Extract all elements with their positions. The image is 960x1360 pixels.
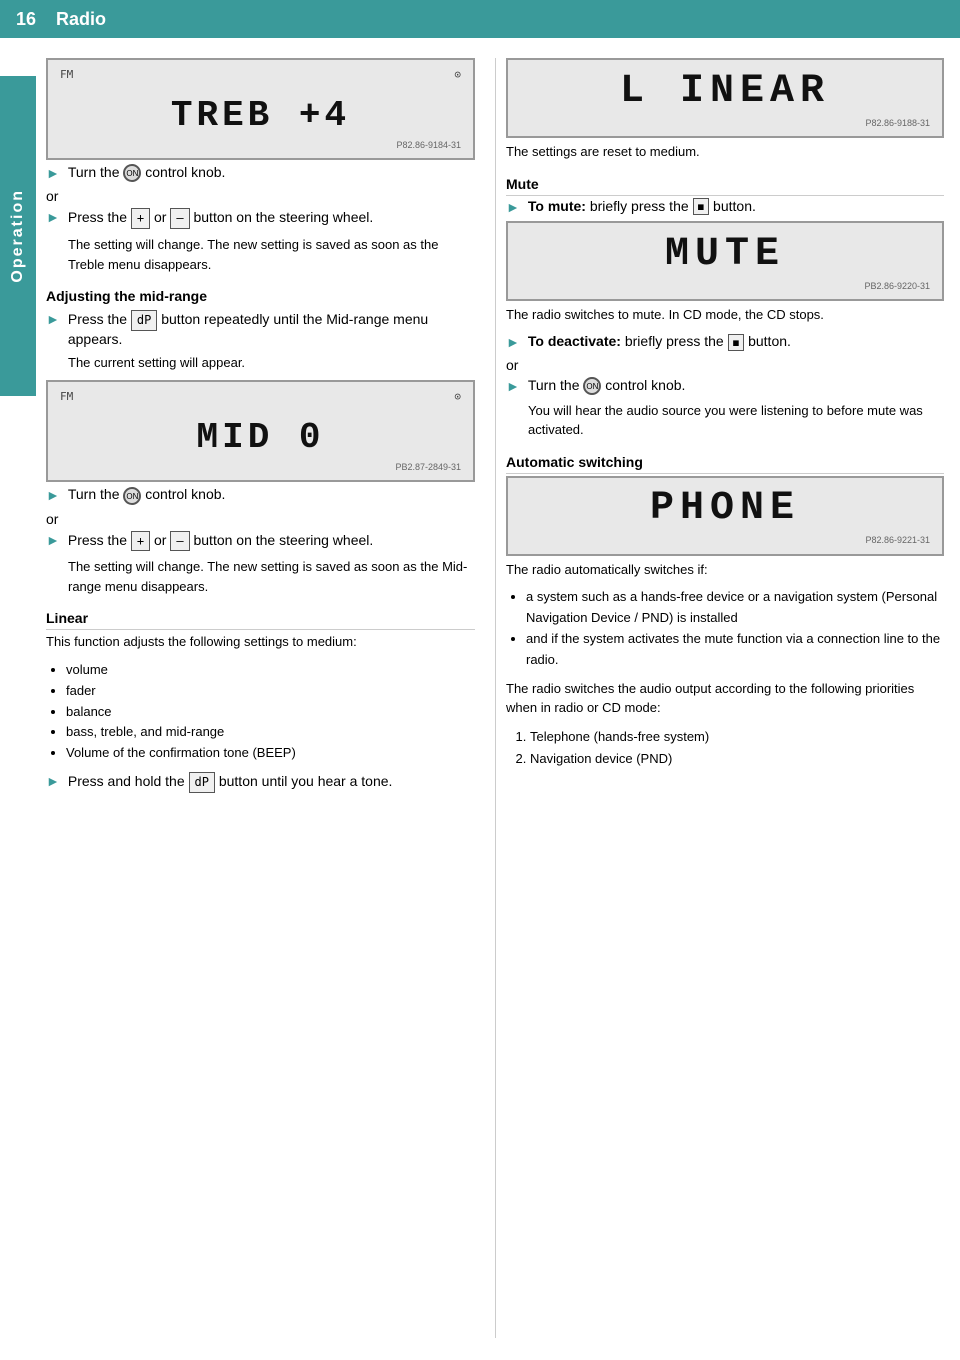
turn-knob-instruction-3: ► Turn the ON control knob. (506, 377, 944, 395)
turn-knob-text-1: Turn the ON control knob. (68, 164, 226, 182)
to-deactivate-bold: To deactivate: (528, 333, 621, 349)
header-bar: 16 Radio (0, 0, 960, 38)
mute-btn-1: ◼ (693, 198, 710, 215)
auto-bullet-1: a system such as a hands-free device or … (526, 587, 944, 629)
arrow-icon-9: ► (506, 378, 520, 394)
bullet-beep: Volume of the confirmation tone (BEEP) (66, 743, 475, 764)
reset-text: The settings are reset to medium. (506, 142, 944, 162)
mute-fig-num: PB2.86-9220-31 (520, 281, 930, 291)
bullet-balance: balance (66, 702, 475, 723)
bullet-volume: volume (66, 660, 475, 681)
press-pm-instruction-1: ► Press the + or — button on the steerin… (46, 208, 475, 229)
or-3: or (506, 357, 944, 373)
minus-btn-1: — (170, 208, 189, 229)
plus-btn-2: + (131, 531, 150, 552)
knob-icon-3: ON (583, 377, 601, 395)
mute-desc-text: The radio switches to mute. In CD mode, … (506, 305, 944, 325)
linear-bullets: volume fader balance bass, treble, and m… (66, 660, 475, 764)
press-dp-text: Press the dP button repeatedly until the… (68, 310, 475, 347)
knob-icon-2: ON (123, 487, 141, 505)
side-tab: Operation (0, 76, 36, 396)
screen2-clock-icon: ⊙ (454, 390, 461, 403)
treb-screen: FM ⊙ TREB +4 P82.86-9184-31 (46, 58, 475, 160)
to-mute-bold: To mute: (528, 198, 586, 214)
setting-note-2: The setting will change. The new setting… (68, 557, 475, 596)
right-column: L INEAR P82.86-9188-31 The settings are … (495, 58, 944, 1338)
arrow-icon-5: ► (46, 532, 60, 548)
dp-btn-2: dP (189, 772, 215, 793)
arrow-icon-7: ► (506, 199, 520, 215)
linear-screen-text: L INEAR (520, 69, 930, 114)
mid-screen: FM ⊙ MID 0 PB2.87-2849-31 (46, 380, 475, 482)
screen1-clock-icon: ⊙ (454, 68, 461, 81)
linear-screen: L INEAR P82.86-9188-31 (506, 58, 944, 138)
to-mute-text: To mute: briefly press the ◼ button. (528, 198, 756, 216)
bullet-fader: fader (66, 681, 475, 702)
screen1-fm-label: FM (60, 68, 73, 81)
arrow-icon-8: ► (506, 334, 520, 350)
screen2-main-text: MID 0 (60, 417, 461, 458)
auto-intro-text: The radio automatically switches if: (506, 560, 944, 580)
auto-numbered-list: Telephone (hands-free system) Navigation… (530, 726, 944, 770)
arrow-icon-1: ► (46, 165, 60, 181)
setting-note-1: The setting will change. The new setting… (68, 235, 475, 274)
side-tab-label: Operation (9, 189, 27, 283)
auto-bullet-2: and if the system activates the mute fun… (526, 629, 944, 671)
turn-knob-instruction-1: ► Turn the ON control knob. (46, 164, 475, 182)
mute-heading: Mute (506, 176, 944, 196)
mute-screen-text: MUTE (520, 232, 930, 277)
screen2-fig-num: PB2.87-2849-31 (60, 462, 461, 472)
mute-screen: MUTE PB2.86-9220-31 (506, 221, 944, 301)
mute-btn-2: ◼ (728, 334, 745, 351)
linear-intro-text: This function adjusts the following sett… (46, 632, 475, 652)
to-deactivate-text: To deactivate: briefly press the ◼ butto… (528, 333, 791, 351)
press-hold-text: Press and hold the dP button until you h… (68, 772, 393, 793)
screen2-fm-label: FM (60, 390, 73, 403)
or-1: or (46, 188, 475, 204)
to-deactivate-instruction: ► To deactivate: briefly press the ◼ but… (506, 333, 944, 351)
screen1-main-text: TREB +4 (60, 95, 461, 136)
to-mute-instruction: ► To mute: briefly press the ◼ button. (506, 198, 944, 216)
page-number: 16 (16, 9, 36, 30)
arrow-icon-6: ► (46, 773, 60, 789)
current-setting-text: The current setting will appear. (68, 353, 475, 373)
arrow-icon-4: ► (46, 487, 60, 503)
linear-heading: Linear (46, 610, 475, 630)
phone-fig-num: P82.86-9221-31 (520, 535, 930, 545)
dp-btn-1: dP (131, 310, 157, 331)
arrow-icon-2: ► (46, 209, 60, 225)
press-pm-text-1: Press the + or — button on the steering … (68, 208, 373, 229)
mid-range-heading: Adjusting the mid-range (46, 288, 475, 304)
page-title: Radio (56, 9, 106, 30)
auto-switching-heading: Automatic switching (506, 454, 944, 474)
bullet-bass: bass, treble, and mid-range (66, 722, 475, 743)
side-column: Operation (0, 38, 36, 1358)
auto-numbered-2: Navigation device (PND) (530, 748, 944, 770)
press-hold-dp-instruction: ► Press and hold the dP button until you… (46, 772, 475, 793)
or-2: or (46, 511, 475, 527)
auto-numbered-1: Telephone (hands-free system) (530, 726, 944, 748)
auto-outro-text: The radio switches the audio output acco… (506, 679, 944, 718)
phone-screen-text: PHONE (520, 486, 930, 531)
screen1-fig-num: P82.86-9184-31 (60, 140, 461, 150)
left-column: FM ⊙ TREB +4 P82.86-9184-31 ► Turn the O… (46, 58, 495, 1338)
minus-btn-2: — (170, 531, 189, 552)
knob-icon-1: ON (123, 164, 141, 182)
press-pm-instruction-2: ► Press the + or — button on the steerin… (46, 531, 475, 552)
turn-knob-instruction-2: ► Turn the ON control knob. (46, 486, 475, 504)
phone-screen: PHONE P82.86-9221-31 (506, 476, 944, 556)
turn-knob-text-2: Turn the ON control knob. (68, 486, 226, 504)
listen-text: You will hear the audio source you were … (528, 401, 944, 440)
plus-btn-1: + (131, 208, 150, 229)
turn-knob-text-3: Turn the ON control knob. (528, 377, 686, 395)
press-dp-instruction: ► Press the dP button repeatedly until t… (46, 310, 475, 347)
press-pm-text-2: Press the + or — button on the steering … (68, 531, 373, 552)
linear-fig-num: P82.86-9188-31 (520, 118, 930, 128)
main-content: FM ⊙ TREB +4 P82.86-9184-31 ► Turn the O… (36, 38, 960, 1358)
auto-bullets: a system such as a hands-free device or … (526, 587, 944, 670)
arrow-icon-3: ► (46, 311, 60, 327)
